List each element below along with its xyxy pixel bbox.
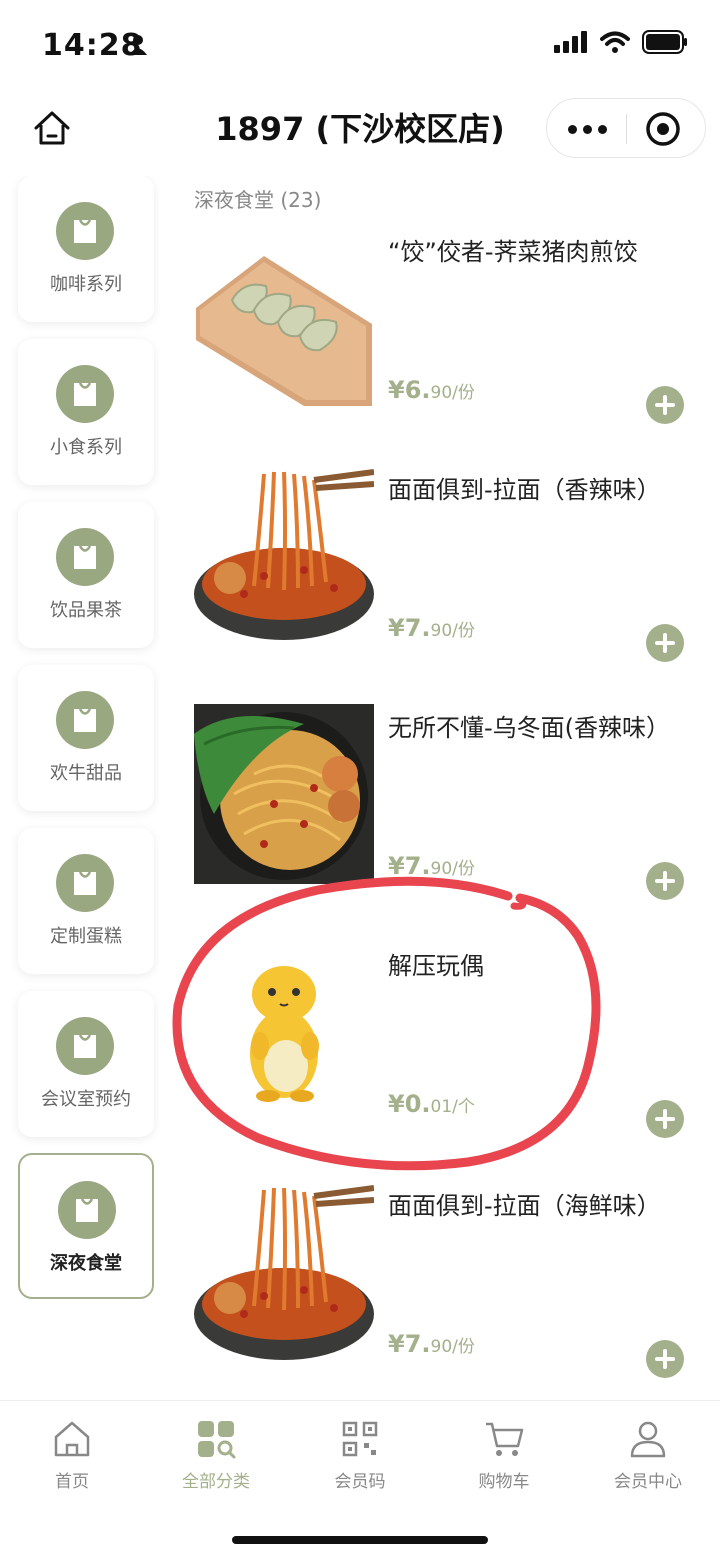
home-indicator bbox=[232, 1536, 488, 1544]
tab-member-center[interactable]: 会员中心 bbox=[576, 1419, 720, 1492]
product-name: 无所不懂-乌冬面(香辣味） bbox=[388, 714, 671, 742]
more-options-button[interactable] bbox=[557, 109, 617, 149]
person-status-icon bbox=[129, 35, 147, 55]
dumplings-image bbox=[194, 228, 374, 408]
price-main: ¥6. bbox=[388, 376, 431, 404]
udon-image bbox=[194, 704, 374, 884]
add-to-cart-button[interactable] bbox=[646, 1340, 684, 1378]
cart-icon bbox=[486, 1422, 524, 1456]
tab-cart[interactable]: 购物车 bbox=[432, 1419, 576, 1492]
price-main: ¥7. bbox=[388, 1330, 431, 1358]
tab-member-code[interactable]: 会员码 bbox=[288, 1419, 432, 1492]
seafood-noodles-image bbox=[194, 1182, 374, 1362]
tab-all-categories[interactable]: 全部分类 bbox=[144, 1419, 288, 1492]
product-price: ¥0.01/个 bbox=[388, 1090, 475, 1118]
dot-icon bbox=[582, 124, 592, 134]
close-mini-program-icon[interactable] bbox=[643, 109, 683, 149]
person-icon bbox=[630, 1421, 666, 1458]
dot-icon bbox=[567, 124, 577, 134]
signal-icon bbox=[554, 31, 587, 53]
product-card[interactable]: “饺”佼者-荠菜猪肉煎饺 ¥6.90/份 bbox=[0, 228, 720, 466]
dot-icon bbox=[597, 124, 607, 134]
tab-label: 会员码 bbox=[334, 1472, 386, 1492]
bottom-tab-bar: 首页 全部分类 会员码 购物车 会员中心 bbox=[0, 1400, 720, 1558]
status-icons bbox=[554, 30, 688, 54]
product-price: ¥7.90/份 bbox=[388, 614, 475, 642]
product-price: ¥7.90/份 bbox=[388, 852, 475, 880]
product-name: “饺”佼者-荠菜猪肉煎饺 bbox=[388, 238, 638, 266]
qr-code-icon bbox=[342, 1421, 378, 1457]
nav-bar: 1897 (下沙校区店) bbox=[0, 90, 720, 168]
tab-home[interactable]: 首页 bbox=[0, 1419, 144, 1492]
price-cents: 01/个 bbox=[430, 1097, 475, 1117]
price-main: ¥7. bbox=[388, 852, 431, 880]
tab-label: 购物车 bbox=[478, 1472, 530, 1492]
add-to-cart-button[interactable] bbox=[646, 624, 684, 662]
product-card[interactable]: 解压玩偶 ¥0.01/个 bbox=[0, 942, 720, 1180]
home-icon bbox=[54, 1421, 90, 1457]
page-title: 1897 (下沙校区店) bbox=[215, 110, 505, 148]
product-card[interactable]: 无所不懂-乌冬面(香辣味） ¥7.90/份 bbox=[0, 704, 720, 942]
add-to-cart-button[interactable] bbox=[646, 862, 684, 900]
product-name: 面面俱到-拉面（海鲜味） bbox=[388, 1192, 661, 1220]
price-main: ¥0. bbox=[388, 1090, 431, 1118]
product-price: ¥6.90/份 bbox=[388, 376, 475, 404]
home-icon[interactable] bbox=[30, 106, 74, 150]
product-name: 解压玩偶 bbox=[388, 952, 484, 980]
tab-label: 首页 bbox=[55, 1472, 89, 1492]
price-cents: 90/份 bbox=[430, 621, 475, 641]
capsule-divider bbox=[626, 114, 627, 144]
product-price: ¥7.90/份 bbox=[388, 1330, 475, 1358]
mini-program-capsule bbox=[546, 98, 706, 158]
tab-label: 会员中心 bbox=[614, 1472, 682, 1492]
spicy-noodles-image bbox=[194, 466, 374, 646]
price-cents: 90/份 bbox=[430, 859, 475, 879]
add-to-cart-button[interactable] bbox=[646, 386, 684, 424]
add-to-cart-button[interactable] bbox=[646, 1100, 684, 1138]
product-card[interactable]: 面面俱到-拉面（海鲜味） ¥7.90/份 bbox=[0, 1182, 720, 1420]
product-card[interactable]: 面面俱到-拉面（香辣味） ¥7.90/份 bbox=[0, 466, 720, 704]
tab-label: 全部分类 bbox=[182, 1472, 250, 1492]
price-cents: 90/份 bbox=[430, 1337, 475, 1357]
squishy-toy-image bbox=[194, 942, 374, 1122]
battery-icon bbox=[642, 30, 687, 54]
wifi-icon bbox=[600, 31, 630, 53]
product-name: 面面俱到-拉面（香辣味） bbox=[388, 476, 661, 504]
price-cents: 90/份 bbox=[430, 383, 475, 403]
category-icon bbox=[198, 1421, 236, 1459]
price-main: ¥7. bbox=[388, 614, 431, 642]
status-bar: 14:28 bbox=[0, 0, 720, 90]
section-title: 深夜食堂 (23) bbox=[194, 188, 322, 212]
